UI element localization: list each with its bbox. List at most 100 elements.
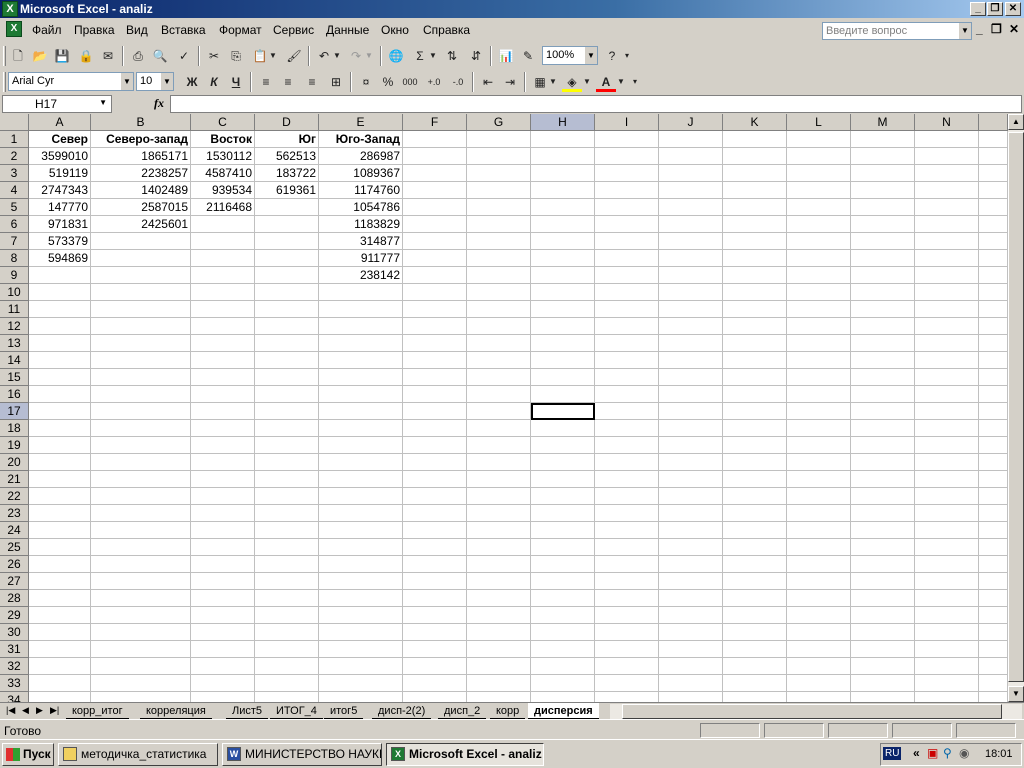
row-header[interactable]: 5 (0, 199, 29, 216)
cell[interactable]: 1174760 (319, 182, 403, 199)
cell[interactable] (403, 488, 467, 505)
cell[interactable] (403, 284, 467, 301)
cell[interactable] (723, 233, 787, 250)
doc-close-button[interactable]: ✕ (1009, 22, 1019, 36)
cell[interactable] (91, 471, 191, 488)
cell[interactable]: 1402489 (91, 182, 191, 199)
cell[interactable] (659, 454, 723, 471)
header-cell[interactable]: Восток (191, 131, 255, 148)
chevron-down-icon[interactable]: ▼ (99, 98, 107, 107)
row-header[interactable]: 12 (0, 318, 29, 335)
cell[interactable] (403, 607, 467, 624)
cell[interactable] (255, 335, 319, 352)
cell[interactable] (723, 675, 787, 692)
cell[interactable] (255, 658, 319, 675)
row-header[interactable]: 17 (0, 403, 29, 420)
vertical-scrollbar[interactable]: ▲ ▼ (1008, 114, 1024, 702)
cell[interactable] (255, 590, 319, 607)
cell[interactable] (787, 267, 851, 284)
cell[interactable] (595, 199, 659, 216)
cell[interactable] (255, 369, 319, 386)
cell[interactable] (191, 250, 255, 267)
cell[interactable] (191, 267, 255, 284)
cell[interactable] (467, 199, 531, 216)
column-header[interactable]: B (91, 114, 191, 131)
cell[interactable] (467, 250, 531, 267)
cell[interactable]: 1183829 (319, 216, 403, 233)
cell[interactable] (191, 471, 255, 488)
cell[interactable] (255, 318, 319, 335)
cell[interactable] (979, 471, 1008, 488)
cell[interactable] (255, 267, 319, 284)
cell[interactable] (851, 488, 915, 505)
cell[interactable] (851, 233, 915, 250)
cell[interactable] (723, 522, 787, 539)
cell[interactable]: 2425601 (91, 216, 191, 233)
cell[interactable] (319, 607, 403, 624)
cell[interactable] (787, 420, 851, 437)
cell[interactable] (403, 403, 467, 420)
cell[interactable] (29, 403, 91, 420)
cell[interactable] (595, 573, 659, 590)
cell[interactable] (659, 182, 723, 199)
spelling-icon[interactable]: ✓ (174, 46, 194, 66)
cell[interactable] (787, 658, 851, 675)
cell[interactable] (595, 539, 659, 556)
close-button[interactable]: ✕ (1005, 2, 1021, 16)
row-header[interactable]: 3 (0, 165, 29, 182)
cell[interactable] (979, 182, 1008, 199)
formula-input[interactable] (170, 95, 1022, 113)
chevron-down-icon[interactable]: ▼ (364, 46, 374, 66)
cell[interactable]: 519119 (29, 165, 91, 182)
cell[interactable] (319, 539, 403, 556)
cell[interactable] (531, 352, 595, 369)
cell[interactable] (787, 641, 851, 658)
cell[interactable] (531, 573, 595, 590)
cell[interactable] (915, 437, 979, 454)
cell[interactable] (403, 573, 467, 590)
cell[interactable] (979, 573, 1008, 590)
cell[interactable] (91, 692, 191, 702)
row-header[interactable]: 27 (0, 573, 29, 590)
menu-edit[interactable]: Правка (74, 23, 115, 37)
bold-button[interactable]: Ж (182, 72, 202, 92)
cell[interactable] (467, 403, 531, 420)
cell[interactable] (191, 573, 255, 590)
cell[interactable] (403, 386, 467, 403)
cell[interactable]: 3599010 (29, 148, 91, 165)
cell[interactable] (255, 284, 319, 301)
align-center-icon[interactable]: ≡ (278, 72, 298, 92)
cell[interactable] (467, 352, 531, 369)
cell[interactable] (659, 216, 723, 233)
cell[interactable] (91, 624, 191, 641)
cell[interactable] (531, 233, 595, 250)
cell[interactable] (851, 301, 915, 318)
open-icon[interactable]: 📂 (30, 46, 50, 66)
cell[interactable] (467, 369, 531, 386)
cell[interactable] (787, 590, 851, 607)
cell[interactable] (723, 437, 787, 454)
cell[interactable] (91, 352, 191, 369)
cell[interactable] (915, 216, 979, 233)
cell[interactable] (851, 369, 915, 386)
cell[interactable] (851, 675, 915, 692)
cell[interactable] (319, 284, 403, 301)
cell[interactable] (723, 590, 787, 607)
cell[interactable] (595, 284, 659, 301)
cell[interactable] (191, 437, 255, 454)
row-header[interactable]: 32 (0, 658, 29, 675)
format-painter-icon[interactable]: 🖌 (284, 46, 304, 66)
cell[interactable] (915, 420, 979, 437)
cell[interactable] (979, 522, 1008, 539)
cell[interactable] (595, 386, 659, 403)
cell[interactable] (595, 233, 659, 250)
cell[interactable] (467, 386, 531, 403)
cell[interactable] (467, 522, 531, 539)
cell[interactable] (191, 522, 255, 539)
cut-icon[interactable]: ✂ (204, 46, 224, 66)
cell[interactable] (787, 165, 851, 182)
row-header[interactable]: 16 (0, 386, 29, 403)
cell[interactable] (787, 488, 851, 505)
cell[interactable] (723, 131, 787, 148)
cell[interactable] (659, 641, 723, 658)
